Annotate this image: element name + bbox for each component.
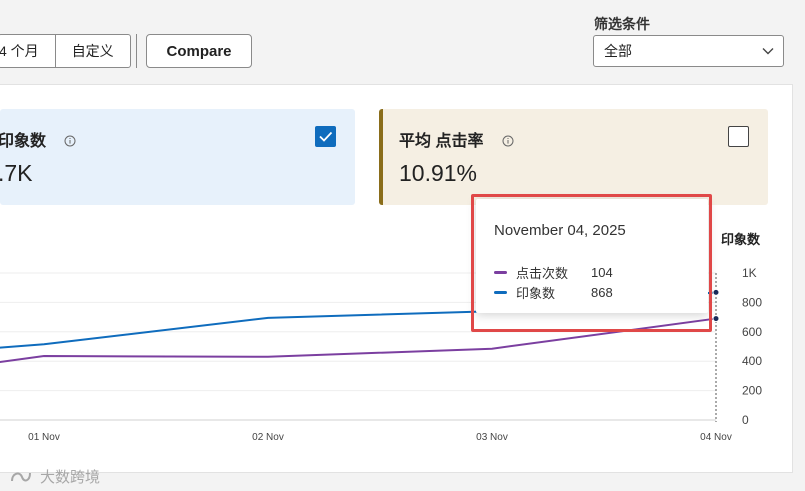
right-axis-tick-label: 600 bbox=[742, 325, 762, 339]
right-axis-tick-label: 800 bbox=[742, 295, 762, 309]
watermark-text: 大数跨境 bbox=[40, 469, 101, 486]
watermark-logo-icon bbox=[11, 472, 31, 481]
series-line bbox=[0, 317, 717, 364]
watermark: 大数跨境 bbox=[10, 466, 100, 487]
tooltip-series-name: 印象数 bbox=[516, 286, 556, 301]
tooltip-date: November 04, 2025 bbox=[494, 222, 626, 239]
tooltip-series-value: 104 bbox=[591, 265, 613, 280]
x-axis-tick-label: 02 Nov bbox=[252, 432, 284, 443]
tooltip-row-impressions: 印象数 868 bbox=[494, 283, 613, 302]
tooltip-series-name: 点击次数 bbox=[516, 266, 569, 281]
right-axis-tick-label: 400 bbox=[742, 354, 762, 368]
hover-point bbox=[712, 315, 720, 323]
x-axis-tick-label: 03 Nov bbox=[476, 432, 508, 443]
x-axis-tick-label: 01 Nov bbox=[28, 432, 60, 443]
hover-point bbox=[712, 288, 720, 296]
right-axis-tick-label: 1K bbox=[742, 266, 757, 280]
tooltip-series-value: 868 bbox=[591, 285, 613, 300]
clicks-legend-swatch bbox=[494, 271, 507, 274]
right-axis-title: 印象数 bbox=[721, 232, 761, 247]
right-axis-tick-label: 200 bbox=[742, 384, 762, 398]
tooltip-row-clicks: 点击次数 104 bbox=[494, 263, 613, 282]
chart-tooltip: November 04, 2025 点击次数 104 印象数 868 bbox=[476, 199, 708, 313]
right-axis-tick-label: 0 bbox=[742, 413, 749, 427]
x-axis-tick-label: 04 Nov bbox=[700, 432, 732, 443]
impressions-legend-swatch bbox=[494, 291, 507, 294]
